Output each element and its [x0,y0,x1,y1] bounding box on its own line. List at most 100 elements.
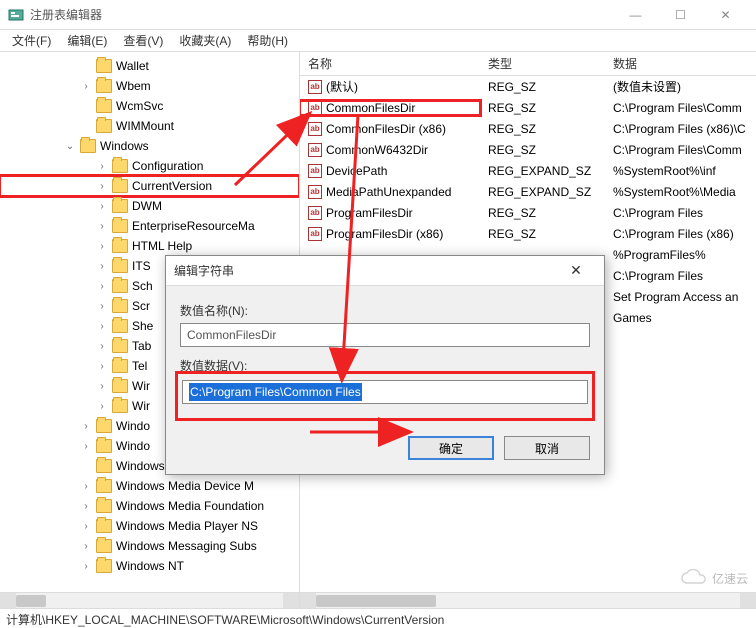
expand-icon[interactable]: › [96,221,108,232]
value-data: Set Program Access an [605,290,756,304]
folder-icon [96,539,112,553]
folder-icon [112,279,128,293]
tree-item[interactable]: Wallet [0,56,299,76]
tree-label: Wbem [116,79,151,93]
expand-icon[interactable]: › [80,521,92,532]
tree-item[interactable]: ›Windows Messaging Subs [0,536,299,556]
expand-icon[interactable]: › [80,421,92,432]
expand-icon[interactable]: › [80,501,92,512]
folder-icon [96,439,112,453]
string-value-icon: ab [308,227,322,241]
tree-item[interactable]: ›Windows Media Player NS [0,516,299,536]
value-data: %ProgramFiles% [605,248,756,262]
folder-icon [96,499,112,513]
folder-icon [112,159,128,173]
tree-item[interactable]: WIMMount [0,116,299,136]
folder-icon [112,179,128,193]
tree-label: She [132,319,153,333]
expand-icon[interactable]: › [96,401,108,412]
col-type[interactable]: 类型 [480,55,605,72]
expand-icon[interactable]: › [96,181,108,192]
value-name-input[interactable] [180,323,590,347]
tree-hscroll[interactable] [0,592,300,608]
value-type: REG_SZ [480,101,605,115]
tree-label: Configuration [132,159,203,173]
folder-icon [112,339,128,353]
regedit-icon [8,7,24,23]
expand-icon[interactable]: ⌄ [64,141,76,152]
expand-icon[interactable]: › [96,361,108,372]
tree-label: CurrentVersion [132,179,212,193]
tree-item[interactable]: ›Windows Media Device M [0,476,299,496]
col-data[interactable]: 数据 [605,55,756,72]
tree-item[interactable]: › DWM [0,196,299,216]
folder-icon [112,319,128,333]
menu-file[interactable]: 文件(F) [4,30,59,51]
menubar: 文件(F) 编辑(E) 查看(V) 收藏夹(A) 帮助(H) [0,30,756,52]
list-row[interactable]: abDevicePathREG_EXPAND_SZ%SystemRoot%\in… [300,160,756,181]
value-data: %SystemRoot%\Media [605,185,756,199]
tree-item[interactable]: › Wbem [0,76,299,96]
expand-icon[interactable]: › [80,561,92,572]
close-button[interactable]: ✕ [703,1,748,29]
tree-item[interactable]: › Configuration [0,156,299,176]
value-type: REG_SZ [480,122,605,136]
tree-label: Windows Media Foundation [116,499,264,513]
value-name: CommonFilesDir (x86) [326,122,446,136]
list-row[interactable]: abCommonW6432DirREG_SZC:\Program Files\C… [300,139,756,160]
expand-icon[interactable]: › [80,441,92,452]
expand-icon[interactable]: › [96,281,108,292]
tree-label: Wir [132,379,150,393]
menu-edit[interactable]: 编辑(E) [59,30,115,51]
tree-label: Wir [132,399,150,413]
expand-icon[interactable]: › [96,301,108,312]
value-data: C:\Program Files [605,206,756,220]
list-header: 名称 类型 数据 [300,52,756,76]
tree-item[interactable]: ›HTML Help [0,236,299,256]
value-data-input[interactable] [182,380,588,404]
menu-view[interactable]: 查看(V) [115,30,171,51]
value-data: C:\Program Files (x86)\C [605,122,756,136]
list-row[interactable]: abCommonFilesDir (x86)REG_SZC:\Program F… [300,118,756,139]
tree-label: Wallet [116,59,149,73]
menu-favorites[interactable]: 收藏夹(A) [171,30,239,51]
list-row[interactable]: abCommonFilesDirREG_SZC:\Program Files\C… [300,97,756,118]
expand-icon[interactable]: › [96,201,108,212]
tree-item[interactable]: › Windows Media Foundation [0,496,299,516]
menu-help[interactable]: 帮助(H) [239,30,296,51]
cancel-button[interactable]: 取消 [504,436,590,460]
col-name[interactable]: 名称 [300,55,480,72]
folder-icon [80,139,96,153]
folder-icon [96,459,112,473]
expand-icon[interactable]: › [96,381,108,392]
expand-icon[interactable]: › [80,81,92,92]
folder-icon [112,199,128,213]
list-row[interactable]: abMediaPathUnexpandedREG_EXPAND_SZ%Syste… [300,181,756,202]
value-data: C:\Program Files [605,269,756,283]
folder-icon [96,79,112,93]
tree-item[interactable]: WcmSvc [0,96,299,116]
list-hscroll[interactable] [300,592,756,608]
tree-item[interactable]: › CurrentVersion [0,176,299,196]
list-row[interactable]: ab(默认)REG_SZ(数值未设置) [300,76,756,97]
folder-icon [112,219,128,233]
expand-icon[interactable]: › [96,341,108,352]
tree-item[interactable]: ›EnterpriseResourceMa [0,216,299,236]
tree-label: DWM [132,199,162,213]
expand-icon[interactable]: › [96,261,108,272]
tree-item[interactable]: ›Windows NT [0,556,299,576]
minimize-button[interactable]: — [613,1,658,29]
expand-icon[interactable]: › [80,541,92,552]
list-row[interactable]: abProgramFilesDir (x86)REG_SZC:\Program … [300,223,756,244]
string-value-icon: ab [308,143,322,157]
expand-icon[interactable]: › [96,241,108,252]
ok-button[interactable]: 确定 [408,436,494,460]
expand-icon[interactable]: › [80,481,92,492]
list-row[interactable]: abProgramFilesDirREG_SZC:\Program Files [300,202,756,223]
tree-label: Windo [116,439,150,453]
expand-icon[interactable]: › [96,321,108,332]
tree-item[interactable]: ⌄Windows [0,136,299,156]
expand-icon[interactable]: › [96,161,108,172]
dialog-close-button[interactable]: ✕ [556,262,596,279]
maximize-button[interactable]: ☐ [658,1,703,29]
